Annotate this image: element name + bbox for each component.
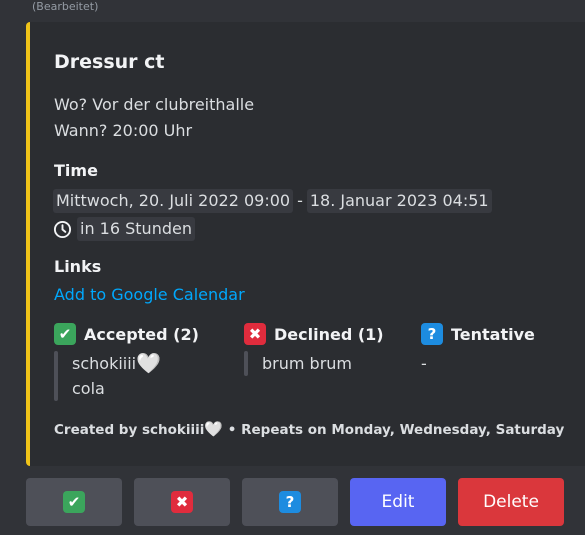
relative-timestamp: in 16 Stunden — [77, 217, 195, 241]
question-mark-icon: ? — [421, 323, 443, 345]
embed-footer: Created by schokiiii🤍 • Repeats on Monda… — [54, 420, 564, 438]
tentative-column: ? Tentative - — [421, 323, 535, 376]
white-heart-icon: 🤍 — [204, 420, 224, 438]
footer-repeats: • Repeats on Monday, Wednesday, Saturday — [227, 422, 565, 438]
user-name: brum brum — [262, 354, 353, 373]
end-timestamp: 18. Januar 2023 04:51 — [306, 189, 492, 213]
clock-icon — [53, 220, 72, 238]
description-line-location: Wo? Vor der clubreithalle — [54, 95, 255, 114]
time-field-label: Time — [54, 161, 98, 180]
links-field-label: Links — [54, 257, 102, 276]
decline-button[interactable]: ✖ — [134, 478, 230, 526]
white-heart-icon: 🤍 — [136, 351, 162, 375]
footer-created-by: Created by schokiiii — [54, 422, 205, 438]
cross-mark-icon: ✖ — [171, 491, 193, 513]
accepted-column: ✔ Accepted (2) schokiiii🤍 cola — [54, 323, 199, 401]
list-item: cola — [72, 376, 199, 401]
declined-column: ✖ Declined (1) brum brum — [244, 323, 384, 376]
accepted-label: Accepted (2) — [84, 324, 199, 344]
delete-button[interactable]: Delete — [458, 478, 564, 526]
embed-title: Dressur ct — [54, 51, 165, 73]
relative-time-row: in 16 Stunden — [53, 217, 195, 241]
google-calendar-link[interactable]: Add to Google Calendar — [54, 285, 245, 304]
edited-label: (Bearbeitet) — [32, 0, 99, 13]
check-mark-icon: ✔ — [63, 491, 85, 513]
check-mark-icon: ✔ — [54, 323, 76, 345]
declined-list: brum brum — [244, 351, 384, 376]
edit-button[interactable]: Edit — [350, 478, 446, 526]
user-name: schokiiii — [72, 354, 137, 373]
tentative-label: Tentative — [451, 324, 535, 344]
list-item: schokiiii🤍 — [72, 351, 199, 376]
cross-mark-icon: ✖ — [244, 323, 266, 345]
tentative-button[interactable]: ? — [242, 478, 338, 526]
question-mark-icon: ? — [279, 491, 301, 513]
list-item: brum brum — [262, 351, 384, 376]
start-timestamp: Mittwoch, 20. Juli 2022 09:00 — [53, 189, 294, 213]
declined-label: Declined (1) — [274, 324, 384, 344]
accept-button[interactable]: ✔ — [26, 478, 122, 526]
tentative-list: - — [421, 351, 535, 376]
time-range: Mittwoch, 20. Juli 2022 09:00-18. Januar… — [53, 189, 492, 213]
empty-placeholder: - — [421, 354, 427, 373]
user-name: cola — [72, 379, 105, 398]
event-embed: Dressur ct Wo? Vor der clubreithalle Wan… — [26, 22, 585, 466]
description-line-when: Wann? 20:00 Uhr — [54, 121, 193, 140]
time-separator: - — [297, 191, 303, 210]
accepted-list: schokiiii🤍 cola — [54, 351, 199, 401]
